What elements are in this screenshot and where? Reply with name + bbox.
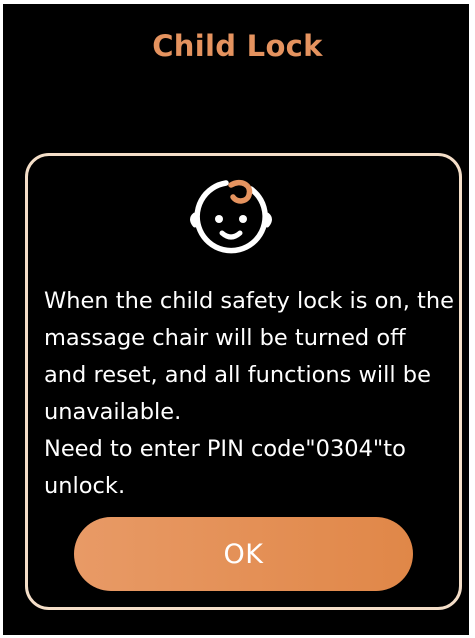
screen: Child Lock When the child safety lock is… <box>0 0 475 638</box>
ok-button-label: OK <box>223 538 264 570</box>
child-lock-message: When the child safety lock is on, the ma… <box>44 283 454 505</box>
ok-button[interactable]: OK <box>74 517 413 591</box>
baby-face-icon <box>190 179 272 254</box>
page-title: Child Lock <box>152 29 323 63</box>
warning-text: When the child safety lock is on, the ma… <box>44 288 454 425</box>
pin-instruction-text: Need to enter PIN code"0304"to unlock. <box>44 436 406 499</box>
